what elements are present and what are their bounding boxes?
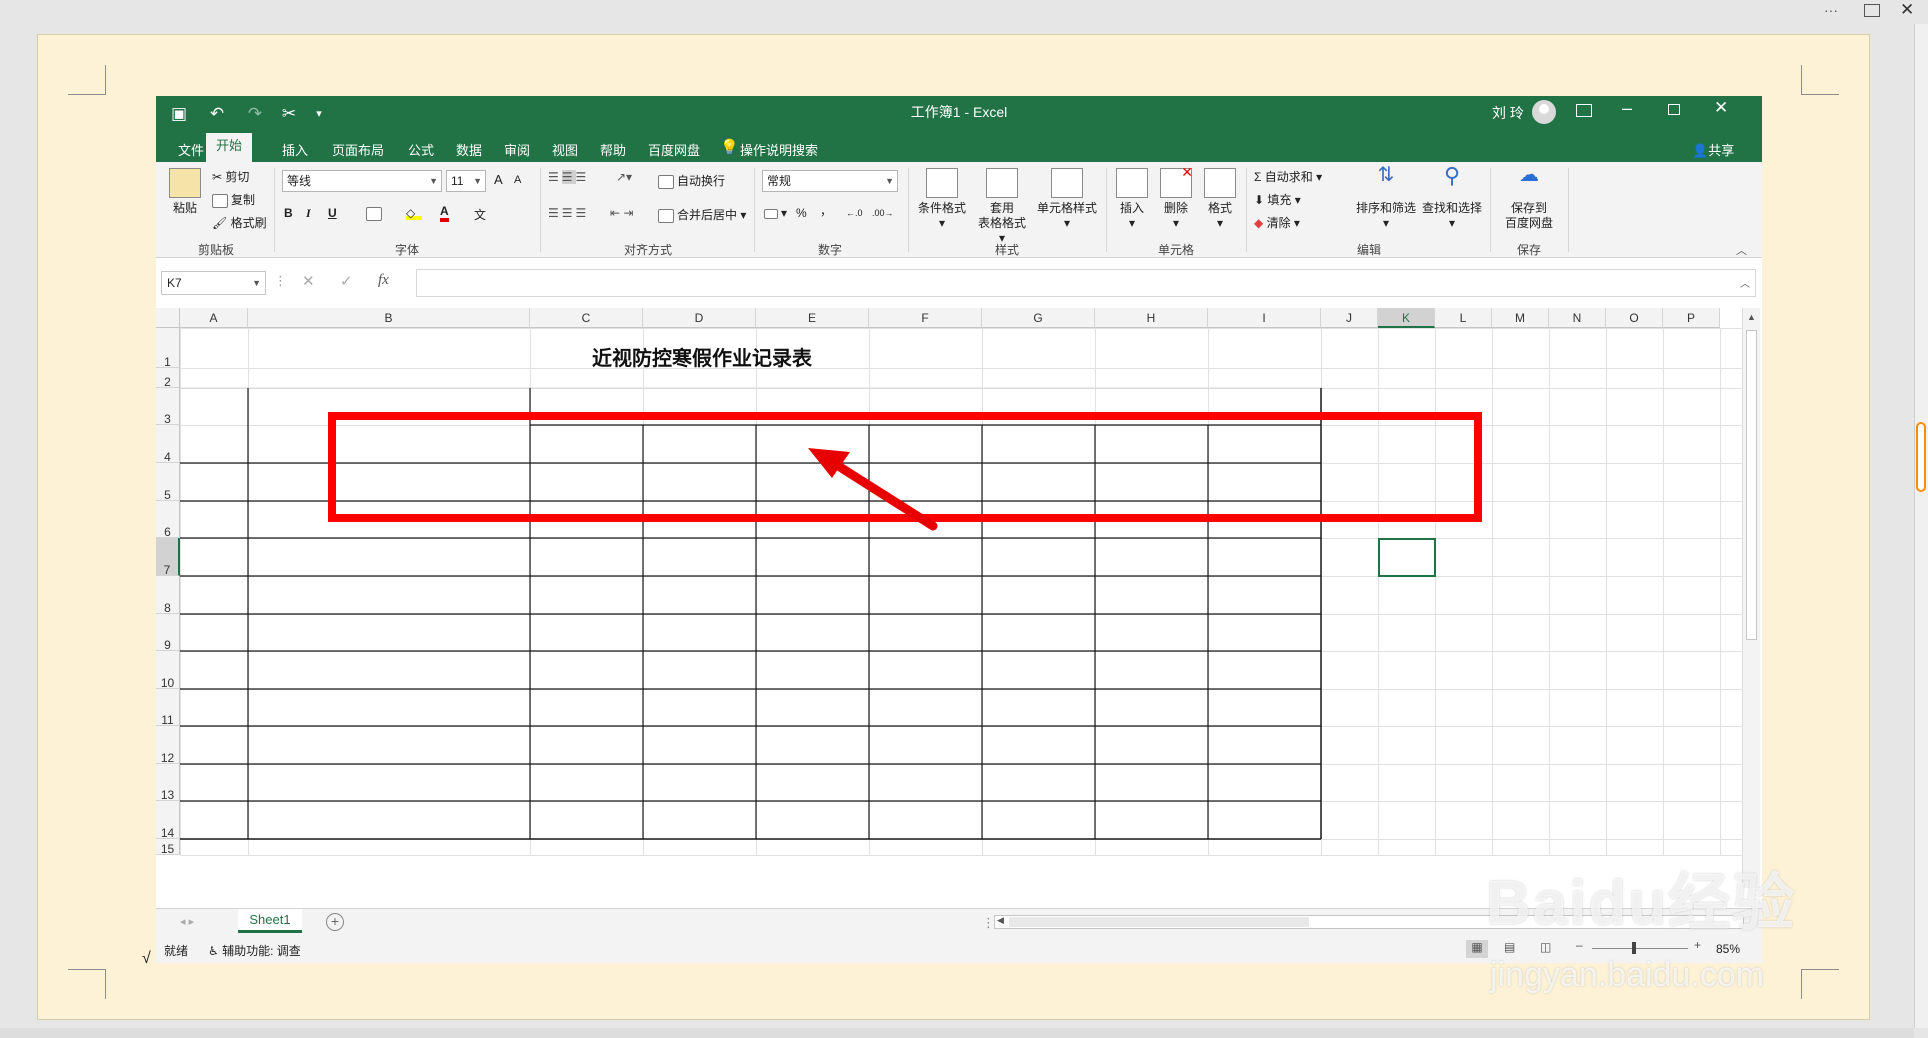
watermark-logo: Baidu经验 xyxy=(1486,869,1797,938)
arrow-shaft xyxy=(827,457,938,531)
watermark-url: jingyan.baidu.com xyxy=(1490,956,1765,994)
check-mark: √ xyxy=(142,950,151,967)
